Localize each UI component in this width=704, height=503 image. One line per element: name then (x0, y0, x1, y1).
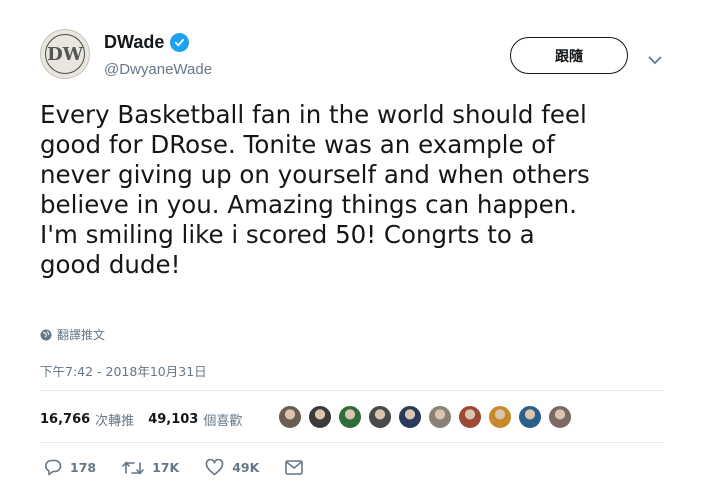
like-button[interactable]: 49K (205, 459, 259, 476)
reply-count: 178 (70, 460, 97, 475)
tweet-actions: 178 17K 49K (44, 459, 329, 476)
author-name-row: DWade (104, 32, 190, 53)
divider (40, 442, 664, 443)
translate-label: 翻譯推文 (57, 328, 106, 342)
likes-label[interactable]: 個喜歡 (203, 410, 242, 429)
liker-avatar[interactable] (427, 404, 453, 430)
liker-avatar[interactable] (457, 404, 483, 430)
translate-tweet-link[interactable]: 翻譯推文 (40, 326, 105, 343)
tweet-line: believe in you. Amazing things can happe… (40, 190, 577, 219)
envelope-icon (285, 460, 304, 475)
tweet-line: I'm smiling like i scored 50! Congrts to… (40, 220, 535, 249)
retweet-count: 17K (152, 460, 180, 475)
liker-avatar[interactable] (277, 404, 303, 430)
liker-avatar[interactable] (517, 404, 543, 430)
reply-icon (45, 459, 62, 476)
tweet-line: never giving up on yourself and when oth… (40, 160, 590, 189)
liker-avatars (277, 404, 577, 430)
engagement-stats: 16,766 次轉推 49,103 個喜歡 (40, 410, 256, 429)
display-name[interactable]: DWade (104, 32, 164, 53)
follow-button[interactable]: 跟隨 (510, 37, 628, 74)
retweets-count[interactable]: 16,766 (40, 412, 90, 427)
user-handle[interactable]: @DwyaneWade (104, 61, 212, 78)
retweets-label[interactable]: 次轉推 (95, 410, 134, 429)
avatar-emblem: DW (45, 34, 85, 74)
liker-avatar[interactable] (337, 404, 363, 430)
liker-avatar[interactable] (547, 404, 573, 430)
retweet-button[interactable]: 17K (122, 460, 179, 476)
tweet-card: DW DWade @DwyaneWade 跟隨 Every Basketball… (0, 0, 704, 503)
direct-message-button[interactable] (285, 460, 304, 475)
tweet-text: Every Basketball fan in the world should… (40, 100, 670, 280)
tweet-line: good dude! (40, 250, 181, 279)
tweet-line: Every Basketball fan in the world should… (40, 100, 587, 129)
heart-icon (205, 459, 224, 476)
like-count: 49K (232, 460, 260, 475)
chevron-down-icon[interactable] (648, 50, 662, 69)
verified-badge-icon (170, 33, 190, 52)
avatar[interactable]: DW (40, 29, 90, 79)
globe-icon (40, 329, 52, 340)
liker-avatar[interactable] (307, 404, 333, 430)
retweet-icon (122, 461, 144, 474)
divider (40, 390, 664, 391)
avatar-text: DW (47, 43, 83, 65)
tweet-timestamp[interactable]: 下午7:42 - 2018年10月31日 (40, 361, 207, 380)
tweet-line: good for DRose. Tonite was an example of (40, 130, 555, 159)
likes-count[interactable]: 49,103 (148, 412, 198, 427)
liker-avatar[interactable] (487, 404, 513, 430)
reply-button[interactable]: 178 (44, 459, 96, 476)
liker-avatar[interactable] (367, 404, 393, 430)
liker-avatar[interactable] (397, 404, 423, 430)
